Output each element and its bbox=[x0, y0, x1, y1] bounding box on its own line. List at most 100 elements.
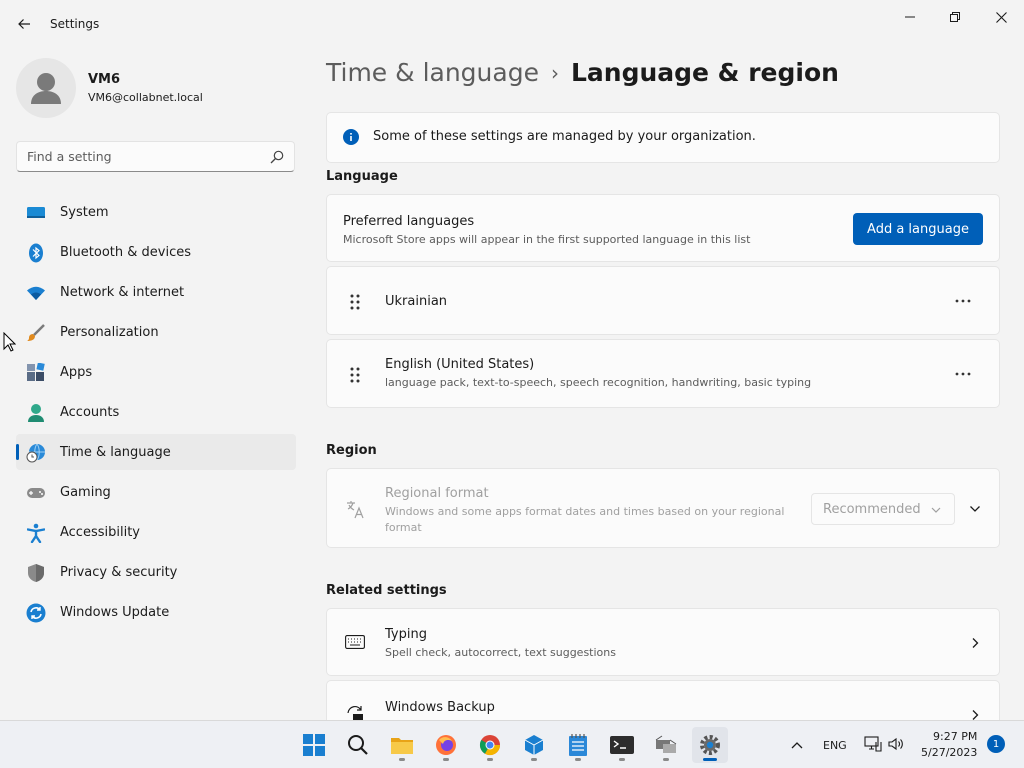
sidebar-item-label: Personalization bbox=[60, 324, 159, 340]
notification-badge[interactable]: 1 bbox=[987, 735, 1005, 753]
apps-icon bbox=[26, 363, 46, 383]
language-format-icon bbox=[347, 501, 364, 519]
wifi-icon bbox=[26, 283, 46, 303]
sidebar-item-gaming[interactable]: Gaming bbox=[16, 474, 296, 510]
backup-icon bbox=[347, 705, 363, 720]
related-item-typing[interactable]: Typing Spell check, autocorrect, text su… bbox=[326, 608, 1000, 676]
taskbar-chrome[interactable] bbox=[472, 727, 508, 763]
active-indicator bbox=[703, 758, 717, 761]
volume-icon[interactable] bbox=[888, 737, 904, 751]
managed-notice: Some of these settings are managed by yo… bbox=[326, 112, 1000, 163]
taskbar-notepad[interactable] bbox=[560, 727, 596, 763]
windows-logo-icon bbox=[303, 734, 325, 756]
sidebar-nav: System Bluetooth & devices Network & int… bbox=[16, 194, 296, 634]
windows-backup-title: Windows Backup bbox=[385, 700, 495, 715]
gear-icon bbox=[700, 735, 720, 755]
person-avatar-icon bbox=[31, 73, 61, 104]
running-indicator bbox=[487, 758, 493, 761]
search-icon[interactable] bbox=[270, 150, 284, 164]
firefox-icon bbox=[436, 735, 456, 755]
input-language-indicator[interactable]: ENG bbox=[823, 739, 847, 752]
language-more-button[interactable] bbox=[951, 289, 975, 313]
chevron-up-icon[interactable] bbox=[791, 740, 803, 750]
clock-time[interactable]: 9:27 PM bbox=[933, 730, 977, 743]
more-icon bbox=[955, 299, 971, 303]
regional-format-dropdown[interactable]: Recommended bbox=[811, 493, 955, 525]
language-item-ukrainian[interactable]: Ukrainian bbox=[326, 266, 1000, 335]
sidebar-item-label: Accessibility bbox=[60, 524, 140, 540]
taskbar-terminal[interactable] bbox=[604, 727, 640, 763]
sidebar-item-accounts[interactable]: Accounts bbox=[16, 394, 296, 430]
typing-subtitle: Spell check, autocorrect, text suggestio… bbox=[385, 646, 616, 659]
taskbar-settings[interactable] bbox=[692, 727, 728, 763]
sidebar-item-label: Accounts bbox=[60, 404, 120, 420]
running-indicator bbox=[575, 758, 581, 761]
avatar[interactable] bbox=[16, 58, 76, 118]
close-button[interactable] bbox=[978, 2, 1024, 32]
sidebar-item-label: Privacy & security bbox=[60, 564, 178, 580]
expand-chevron-icon[interactable] bbox=[969, 503, 981, 515]
typing-title: Typing bbox=[385, 627, 427, 642]
restore-icon bbox=[950, 12, 960, 22]
drag-handle-icon[interactable] bbox=[347, 366, 363, 384]
bluetooth-icon bbox=[26, 243, 46, 263]
notice-text: Some of these settings are managed by yo… bbox=[373, 129, 756, 144]
gamepad-icon bbox=[26, 483, 46, 503]
taskbar-app-cube[interactable] bbox=[516, 727, 552, 763]
taskbar-vm-app[interactable] bbox=[648, 727, 684, 763]
search-input[interactable] bbox=[27, 142, 267, 171]
search-icon bbox=[348, 735, 368, 755]
network-app-icon bbox=[655, 735, 677, 753]
preferred-languages-card: Preferred languages Microsoft Store apps… bbox=[326, 194, 1000, 262]
clock-date[interactable]: 5/27/2023 bbox=[921, 746, 977, 759]
mouse-cursor-icon bbox=[3, 332, 16, 352]
sidebar-item-windows-update[interactable]: Windows Update bbox=[16, 594, 296, 630]
sidebar-item-label: System bbox=[60, 204, 109, 220]
search-box[interactable] bbox=[16, 141, 295, 172]
sidebar-item-system[interactable]: System bbox=[16, 194, 296, 230]
back-button[interactable] bbox=[10, 10, 38, 38]
sidebar-item-personalization[interactable]: Personalization bbox=[16, 314, 296, 350]
sidebar-item-label: Bluetooth & devices bbox=[60, 244, 191, 260]
language-name: Ukrainian bbox=[385, 294, 448, 309]
minimize-button[interactable] bbox=[887, 2, 933, 32]
chevron-right-icon bbox=[972, 638, 979, 648]
terminal-icon bbox=[610, 736, 634, 754]
add-language-button[interactable]: Add a language bbox=[853, 213, 983, 245]
sidebar-item-accessibility[interactable]: Accessibility bbox=[16, 514, 296, 550]
paintbrush-icon bbox=[26, 323, 46, 343]
title-bar: Settings bbox=[0, 0, 1024, 48]
maximize-button[interactable] bbox=[932, 2, 978, 32]
keyboard-icon bbox=[345, 635, 365, 649]
sidebar-item-label: Time & language bbox=[60, 444, 171, 460]
sidebar-item-privacy[interactable]: Privacy & security bbox=[16, 554, 296, 590]
sidebar-item-network[interactable]: Network & internet bbox=[16, 274, 296, 310]
network-status-icon[interactable] bbox=[864, 736, 882, 752]
sidebar-item-label: Gaming bbox=[60, 484, 111, 500]
taskbar-file-explorer[interactable] bbox=[384, 727, 420, 763]
start-button[interactable] bbox=[296, 727, 332, 763]
arrow-left-icon bbox=[18, 19, 30, 29]
chrome-icon bbox=[479, 735, 501, 756]
sidebar-item-apps[interactable]: Apps bbox=[16, 354, 296, 390]
breadcrumb-parent[interactable]: Time & language bbox=[326, 58, 539, 87]
sidebar-item-label: Windows Update bbox=[60, 604, 170, 620]
preferred-languages-subtitle: Microsoft Store apps will appear in the … bbox=[343, 233, 751, 246]
info-icon bbox=[343, 129, 359, 145]
sidebar-item-bluetooth[interactable]: Bluetooth & devices bbox=[16, 234, 296, 270]
sidebar-item-time-language[interactable]: Time & language bbox=[16, 434, 296, 470]
language-more-button[interactable] bbox=[951, 362, 975, 386]
chevron-down-icon bbox=[931, 507, 941, 513]
running-indicator bbox=[443, 758, 449, 761]
drag-handle-icon[interactable] bbox=[347, 293, 363, 311]
running-indicator bbox=[399, 758, 405, 761]
regional-format-card[interactable]: Regional format Windows and some apps fo… bbox=[326, 468, 1000, 548]
preferred-languages-title: Preferred languages bbox=[343, 214, 475, 229]
language-details: language pack, text-to-speech, speech re… bbox=[385, 376, 812, 389]
taskbar-search-button[interactable] bbox=[340, 727, 376, 763]
running-indicator bbox=[663, 758, 669, 761]
regional-format-title: Regional format bbox=[385, 486, 489, 501]
taskbar-firefox[interactable] bbox=[428, 727, 464, 763]
cube-app-icon bbox=[524, 735, 544, 755]
language-item-english[interactable]: English (United States) language pack, t… bbox=[326, 339, 1000, 408]
